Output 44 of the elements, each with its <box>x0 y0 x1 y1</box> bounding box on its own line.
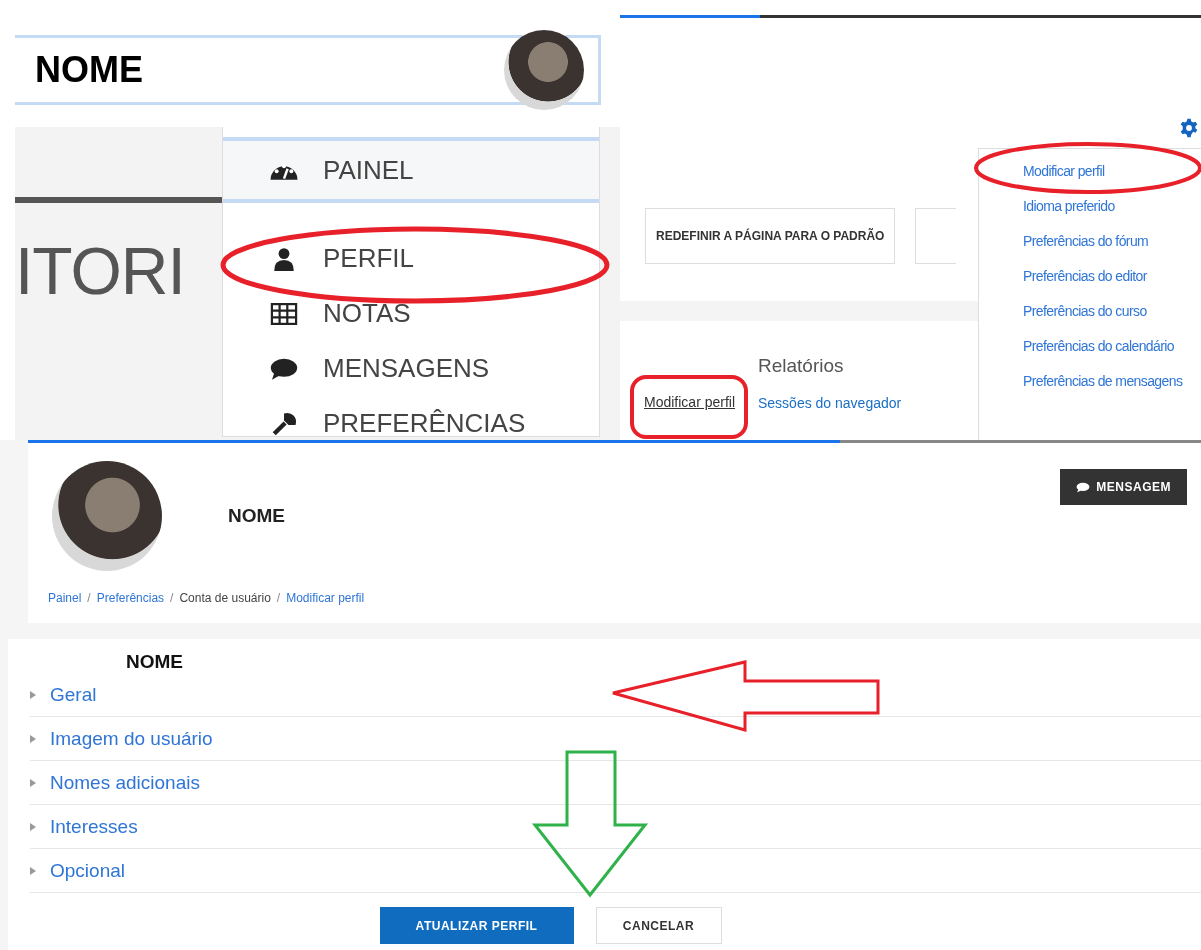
menu-item[interactable]: PREFERÊNCIAS <box>223 396 599 440</box>
expand-caret-icon[interactable] <box>30 690 36 699</box>
menu-item[interactable]: Preferências do fórum <box>1023 233 1201 249</box>
reset-page-button[interactable]: REDEFINIR A PÁGINA PARA O PADRÃO <box>645 208 896 264</box>
reports-heading: Relatórios <box>758 355 845 377</box>
menu-item[interactable]: Preferências do calendário <box>1023 338 1201 354</box>
breadcrumb-item: Conta de usuário <box>179 591 271 605</box>
breadcrumb-separator: / <box>276 591 281 605</box>
breadcrumb-separator: / <box>170 591 174 605</box>
menu-item[interactable]: PAINEL <box>223 137 599 203</box>
expand-caret-icon[interactable] <box>30 866 36 875</box>
section-link[interactable]: Geral <box>50 683 97 706</box>
menu-item[interactable]: NOTAS <box>223 286 599 341</box>
section-link[interactable]: Opcional <box>50 859 125 882</box>
breadcrumb-item[interactable]: Preferências <box>96 591 165 605</box>
breadcrumb-item[interactable]: Painel <box>48 591 82 605</box>
browser-sessions-link[interactable]: Sessões do navegador <box>758 395 902 411</box>
speech-bubble-icon <box>1076 481 1091 493</box>
user-name: NOME <box>228 505 286 527</box>
expand-caret-icon[interactable] <box>30 734 36 743</box>
menu-item[interactable]: Preferências do editor <box>1023 268 1201 284</box>
menu-item[interactable]: Idioma preferido <box>1023 198 1201 214</box>
section-link[interactable]: Nomes adicionais <box>50 771 200 794</box>
form-title: NOME <box>125 650 184 673</box>
grid-icon <box>269 302 299 325</box>
menu-item[interactable]: MENSAGENS <box>223 341 599 396</box>
menu-item[interactable]: Modificar perfil <box>1023 163 1201 179</box>
edit-profile-link[interactable]: Modificar perfil <box>644 394 736 410</box>
cancel-button[interactable]: CANCELAR <box>595 907 722 944</box>
menu-item[interactable]: Preferências de mensagens <box>1023 373 1201 389</box>
menu-item[interactable]: PERFIL <box>223 231 599 286</box>
user-name: NOME <box>35 49 143 91</box>
expand-caret-icon[interactable] <box>30 778 36 787</box>
section-link[interactable]: Imagem do usuário <box>50 727 213 750</box>
breadcrumb-item[interactable]: Modificar perfil <box>286 591 365 605</box>
breadcrumb-separator: / <box>87 591 91 605</box>
settings-icon[interactable] <box>1179 118 1199 138</box>
expand-caret-icon[interactable] <box>30 822 36 831</box>
page-title: ITORI <box>15 233 186 309</box>
speech-bubble-icon <box>269 356 299 381</box>
update-profile-button[interactable]: ATUALIZAR PERFIL <box>379 907 574 944</box>
section-link[interactable]: Interesses <box>50 815 138 838</box>
message-button[interactable]: MENSAGEM <box>1060 469 1187 505</box>
menu-item[interactable]: Preferências do curso <box>1023 303 1201 319</box>
